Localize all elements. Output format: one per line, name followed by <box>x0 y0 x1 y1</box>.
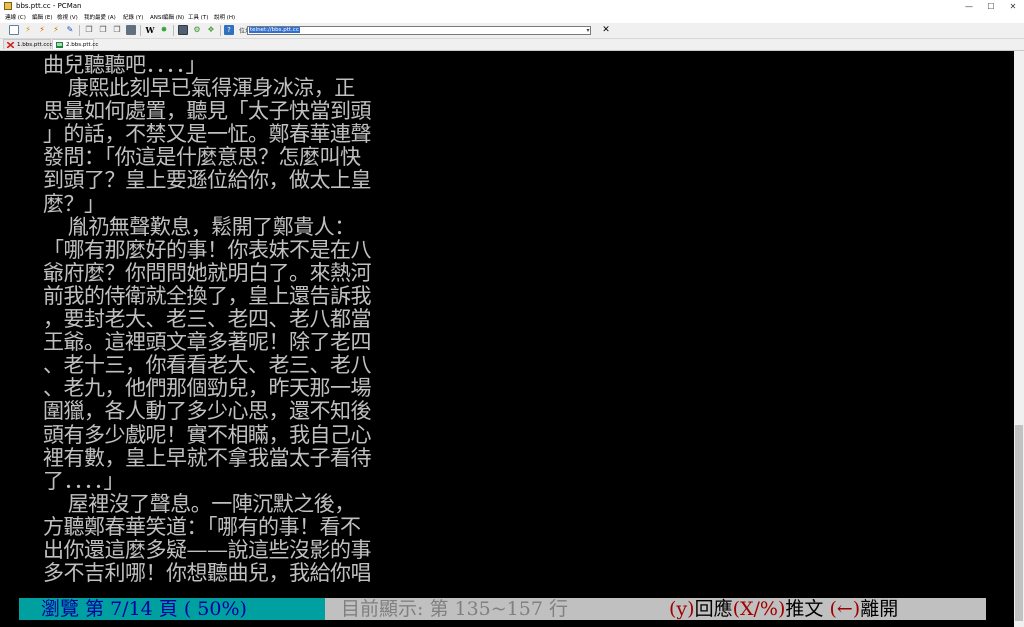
article-line: 裡有數，皇上早就不拿我當太子看待 <box>43 445 372 470</box>
line-range: 目前顯示: 第 135~157 行 <box>341 598 568 620</box>
menu-log[interactable]: 紀錄 (Y) <box>123 13 143 23</box>
article-line: 圍獵，各人動了多少心思，還不知後 <box>43 399 372 424</box>
article-line: 了．．．．」 <box>43 468 125 493</box>
wikipedia-icon[interactable]: W <box>145 25 155 35</box>
maximize-button[interactable]: ☐ <box>980 0 1002 13</box>
anti-idle-icon[interactable]: ✸ <box>159 25 169 35</box>
leave-key: (←) <box>829 598 861 620</box>
app-icon <box>4 2 12 10</box>
scrollbar-thumb[interactable] <box>1015 425 1023 621</box>
leave-label: 離開 <box>860 598 899 620</box>
disconnect-icon[interactable]: ⚡ <box>37 25 47 35</box>
close-connection-button[interactable]: ✕ <box>601 25 611 36</box>
article-line: 思量如何處置，聽見「太子快當到頭 <box>43 99 372 124</box>
tab-label: 2.bbs.ptt.cc <box>66 42 99 48</box>
menu-tools[interactable]: 工具 (T) <box>188 13 208 23</box>
article-line: 王爺。這裡頭文章多著呢！除了老四 <box>43 330 372 355</box>
article-line: 、老十三，你看看老大、老三、老八 <box>43 353 372 378</box>
menu-edit[interactable]: 編輯 (E) <box>32 13 53 23</box>
vertical-scrollbar[interactable] <box>1014 51 1024 627</box>
article-line: ，要封老大、老三、老四、老八都當 <box>43 307 372 332</box>
article-line: 到頭了？皇上要遜位給你，做太上皇 <box>43 168 372 193</box>
article-line: 方聽鄭春華笑道：「哪有的事！看不 <box>43 514 361 539</box>
reply-key: (y) <box>669 598 695 620</box>
status-bar: 瀏覽 第 7/14 頁 ( 50%) 目前顯示: 第 135~157 行 (y)… <box>19 598 986 620</box>
menu-view[interactable]: 檢視 (V) <box>57 13 78 23</box>
paste-ansi-icon[interactable] <box>126 25 136 35</box>
tab-connection-1[interactable]: 1.bbs.ptt.ccc <box>3 39 53 49</box>
tab-connection-2[interactable]: 2.bbs.ptt.cc <box>52 39 98 49</box>
new-connection-icon[interactable] <box>9 25 19 35</box>
page-indicator: 瀏覽 第 7/14 頁 ( 50%) <box>19 598 325 620</box>
terminal-screen[interactable]: 曲兒聽聽吧．．．．」 康熙此刻早已氣得渾身冰涼，正 思量如何處置，聽見「太子快當到… <box>0 51 1014 627</box>
article-line: 曲兒聽聽吧．．．．」 <box>43 53 207 77</box>
key-hints: (y)回應(X/%)推文 (←)離開 <box>669 598 898 620</box>
toolbar-separator <box>79 25 80 36</box>
article-line: 「哪有那麼好的事！你表妹不是在八 <box>43 237 372 262</box>
push-label: 推文 <box>785 598 824 620</box>
toolbar-separator <box>173 25 174 36</box>
article-line: 發問：「你這是什麼意思？怎麼叫快 <box>43 145 361 170</box>
address-value: telnet://bbs.ptt.cc <box>249 27 300 33</box>
disconnected-icon <box>7 42 14 48</box>
tab-bar: 1.bbs.ptt.ccc 2.bbs.ptt.cc <box>0 39 1024 51</box>
chevron-down-icon[interactable]: ▾ <box>584 26 592 35</box>
menu-connection[interactable]: 連線 (C) <box>5 13 26 23</box>
pin-icon[interactable]: ✎ <box>65 25 75 35</box>
article-line: 」的話，不禁又是一怔。鄭春華連聲 <box>43 122 372 147</box>
article-line: 胤礽無聲歎息，鬆開了鄭貴人： <box>43 214 356 239</box>
copy-ansi-icon[interactable]: ❐ <box>112 25 122 35</box>
close-window-button[interactable]: ✕ <box>1002 0 1024 13</box>
menu-favorites[interactable]: 我的最愛 (A) <box>84 13 116 23</box>
keyboard-icon[interactable] <box>178 25 188 35</box>
favorites-icon[interactable]: ❖ <box>206 25 216 35</box>
paste-icon[interactable]: ❐ <box>98 25 108 35</box>
article-line: 頭有多少戲呢！實不相瞞，我自己心 <box>43 422 372 447</box>
article-line: 康熙此刻早已氣得渾身冰涼，正 <box>43 76 356 101</box>
toolbar-separator <box>220 25 221 36</box>
article-line: 麼？」 <box>43 191 105 216</box>
reconnect-all-icon[interactable]: ⚡ <box>51 25 61 35</box>
search-icon[interactable]: ? <box>224 25 234 35</box>
toolbar-separator <box>140 25 141 36</box>
article-line: 多不吉利哪！你想聽曲兒，我給你唱 <box>43 561 372 586</box>
menu-ansi-edit[interactable]: ANSI編輯 (N) <box>150 13 184 23</box>
title-bar: bbs.ptt.cc - PCMan — ☐ ✕ <box>0 0 1024 13</box>
toolbar: ⚡ ⚡ ⚡ ✎ ❐ ❐ ❐ W ✸ ⚙ ❖ ? 位址 telnet://bbs.… <box>0 23 1024 39</box>
article-line: 出你還這麼多疑——說這些沒影的事 <box>43 537 372 562</box>
push-key: (X/%) <box>732 598 786 620</box>
copy-icon[interactable]: ❐ <box>84 25 94 35</box>
article-line: 爺府麼？你問問她就明白了。來熱河 <box>43 260 372 285</box>
minimize-button[interactable]: — <box>958 0 980 13</box>
reply-label: 回應 <box>694 598 733 620</box>
menu-help[interactable]: 說明 (H) <box>214 13 235 23</box>
article-line: 、老九，他們那個勁兒，昨天那一場 <box>43 376 372 401</box>
article-content: 曲兒聽聽吧．．．．」 康熙此刻早已氣得渾身冰涼，正 思量如何處置，聽見「太子快當到… <box>43 53 443 586</box>
settings-gear-icon[interactable]: ⚙ <box>192 25 202 35</box>
tab-label: 1.bbs.ptt.ccc <box>17 42 53 48</box>
connected-icon <box>56 42 63 48</box>
address-input[interactable]: telnet://bbs.ptt.cc <box>247 26 591 35</box>
reconnect-icon[interactable]: ⚡ <box>23 25 33 35</box>
menu-bar: 連線 (C) 編輯 (E) 檢視 (V) 我的最愛 (A) 紀錄 (Y) ANS… <box>0 13 1024 23</box>
window-title: bbs.ptt.cc - PCMan <box>16 2 82 10</box>
article-line: 前我的侍衛就全換了，皇上還告訴我 <box>43 283 372 308</box>
article-line: 屋裡沒了聲息。一陣沉默之後， <box>43 491 356 516</box>
